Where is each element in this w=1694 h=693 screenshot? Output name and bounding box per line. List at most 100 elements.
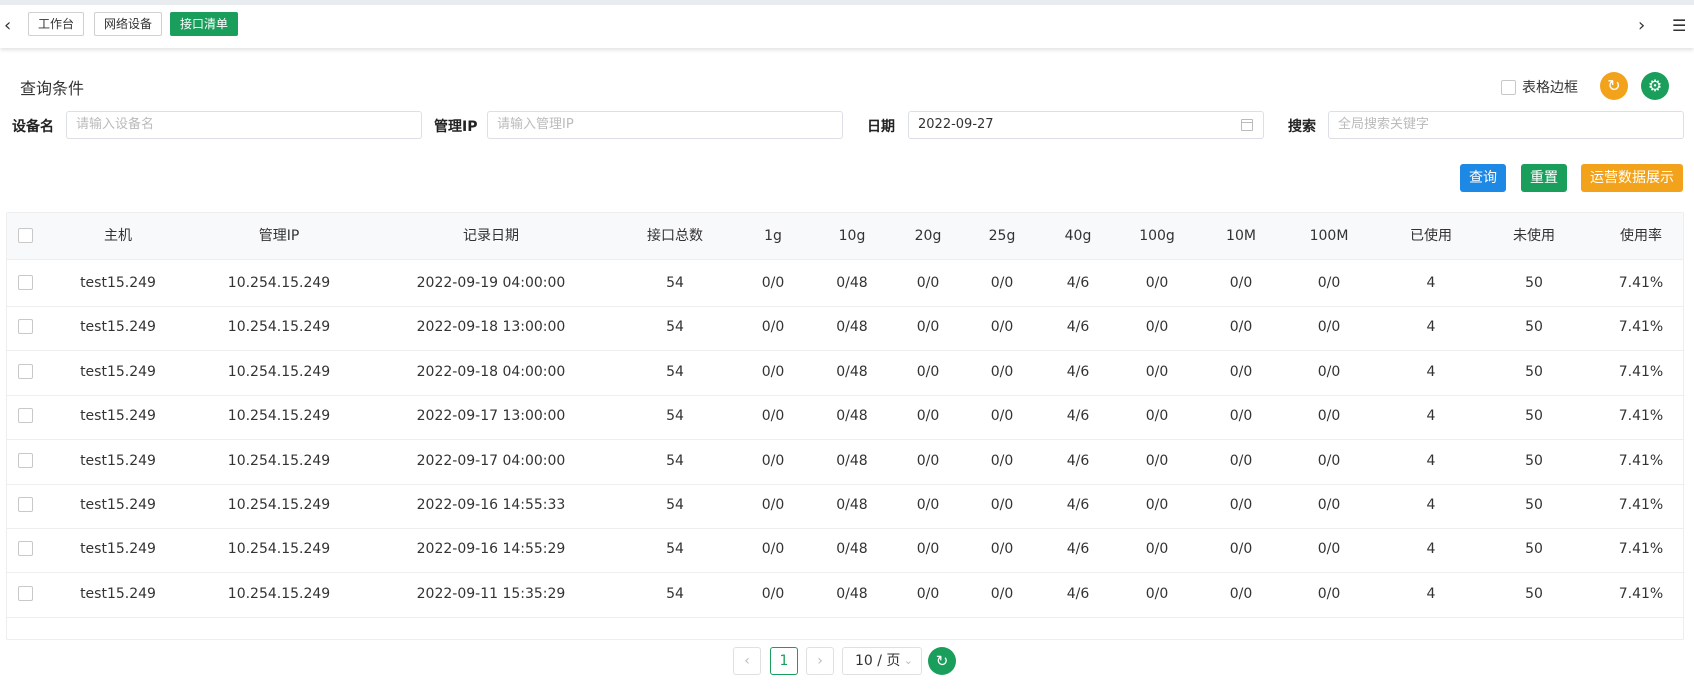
table-cell: 10.254.15.249 <box>227 497 331 513</box>
menu-icon[interactable]: ☰ <box>1672 16 1686 35</box>
table-cell: 10.254.15.249 <box>227 275 331 291</box>
table-cell: test15.249 <box>80 408 156 425</box>
row-checkbox[interactable] <box>17 363 33 379</box>
chevron-down-icon: ⌄ <box>903 654 913 667</box>
table-cell: 7.41% <box>1618 408 1664 425</box>
management-ip-input[interactable]: 请输入管理IP <box>487 111 843 139</box>
table-cell: 10.254.15.249 <box>227 585 331 602</box>
management-ip-placeholder: 请输入管理IP <box>497 117 574 132</box>
table-cell: 7.41% <box>1618 275 1664 291</box>
table-row: test15.249 10.254.15.249 2022-09-16 14:55:… <box>7 482 1683 529</box>
table-cell: 2022-09-11 15:35:29 <box>416 585 566 602</box>
table-cell: 2022-09-18 13:00:00 <box>416 319 566 336</box>
date-label: 日期 <box>867 119 895 135</box>
row-select-cell <box>13 438 37 485</box>
table-cell: test15.249 <box>80 319 156 336</box>
row-select-cell <box>13 349 37 396</box>
table-border-checkbox[interactable] <box>1501 80 1516 95</box>
table-row: test15.249 10.254.15.249 2022-09-17 04:00:… <box>7 438 1683 485</box>
interface-table: 主机 管理IP 记录日期 接口总数 1g 10g 20g 25g 40g 100g 10M 100M 已… <box>6 212 1684 640</box>
table-cell: test15.249 <box>80 363 156 380</box>
global-search-placeholder: 全局搜索关键字 <box>1338 117 1430 132</box>
table-cell: 2022-09-17 04:00:00 <box>416 452 566 469</box>
table-border-label: 表格边框 <box>1522 80 1578 96</box>
table-cell: test15.249 <box>80 452 156 469</box>
prev-page-button[interactable]: ‹ <box>733 647 761 675</box>
table-border-toggle[interactable]: 表格边框 <box>1501 77 1578 97</box>
table-cell: 7.41% <box>1618 585 1664 602</box>
row-checkbox[interactable] <box>17 275 33 290</box>
table-row: test15.249 10.254.15.249 2022-09-16 14:55:… <box>7 526 1683 574</box>
device-name-input[interactable]: 请输入设备名 <box>66 111 422 139</box>
table-cell: 7.41% <box>1618 497 1664 513</box>
table-row: test15.249 10.254.15.249 2022-09-18 13:00:… <box>7 304 1683 352</box>
row-checkbox[interactable] <box>17 319 33 335</box>
page-size-value: 10 / 页 <box>855 653 901 669</box>
table-cell: 2022-09-17 13:00:00 <box>416 408 566 425</box>
ops-data-button[interactable]: 运营数据展示 <box>1581 164 1683 192</box>
table-row: test15.249 10.254.15.249 2022-09-17 13:00:… <box>7 393 1683 441</box>
table-header-cell: 管理IP <box>258 228 300 244</box>
table-cell: 10.254.15.249 <box>227 452 331 469</box>
table-header-cell: 主机 <box>104 228 132 244</box>
table-cell: 7.41% <box>1618 363 1664 380</box>
table-cell: 2022-09-18 04:00:00 <box>416 363 566 380</box>
page-size-select[interactable]: 10 / 页 ⌄ <box>842 647 922 675</box>
select-all-checkbox[interactable] <box>17 228 33 243</box>
row-select-cell <box>13 482 37 529</box>
settings-button[interactable]: ⚙ <box>1641 72 1669 100</box>
table-cell: test15.249 <box>80 541 156 558</box>
row-select-cell <box>13 393 37 440</box>
table-cell: test15.249 <box>80 497 156 513</box>
chevron-left-icon[interactable]: ‹ <box>4 15 11 36</box>
date-input[interactable]: 2022-09-27 <box>908 111 1264 139</box>
refresh-icon: ↻ <box>935 652 949 670</box>
row-select-cell <box>13 526 37 573</box>
table-cell: 10.254.15.249 <box>227 408 331 425</box>
table-cell: 10.254.15.249 <box>227 541 331 558</box>
row-select-cell <box>13 571 37 618</box>
table-refresh-button[interactable]: ↻ <box>928 647 956 675</box>
tab-workbench[interactable]: 工作台 <box>28 12 85 36</box>
select-all-cell <box>13 213 37 260</box>
tab-network-devices[interactable]: 网络设备 <box>94 12 163 36</box>
global-search-input[interactable]: 全局搜索关键字 <box>1328 111 1684 139</box>
row-checkbox[interactable] <box>17 585 33 601</box>
query-button[interactable]: 查询 <box>1460 164 1506 192</box>
table-header-cell: 记录日期 <box>463 228 519 244</box>
table-cell: 2022-09-16 14:55:29 <box>416 541 566 558</box>
query-section-title: 查询条件 <box>20 79 85 98</box>
table-cell: 2022-09-19 04:00:00 <box>416 275 566 291</box>
row-checkbox[interactable] <box>17 452 33 468</box>
row-select-cell <box>13 260 37 307</box>
calendar-icon[interactable] <box>1241 119 1253 131</box>
row-checkbox[interactable] <box>17 408 33 424</box>
table-cell: 10.254.15.249 <box>227 363 331 380</box>
search-label: 搜索 <box>1288 119 1316 135</box>
tab-bar: ‹ 工作台 网络设备 接口清单 › ☰ <box>0 0 1694 48</box>
next-page-button[interactable]: › <box>806 647 834 675</box>
gear-icon: ⚙ <box>1647 76 1663 95</box>
table-row: test15.249 10.254.15.249 2022-09-19 04:00:… <box>7 260 1683 307</box>
current-page-button[interactable]: 1 <box>770 647 798 675</box>
device-name-placeholder: 请输入设备名 <box>76 117 155 132</box>
tab-interface-list[interactable]: 接口清单 <box>170 12 239 36</box>
table-cell: 7.41% <box>1618 319 1664 336</box>
date-value: 2022-09-27 <box>918 117 994 132</box>
table-cell: 7.41% <box>1618 452 1664 469</box>
table-cell: test15.249 <box>80 585 156 602</box>
row-checkbox[interactable] <box>17 541 33 557</box>
reset-button[interactable]: 重置 <box>1521 164 1567 192</box>
row-checkbox[interactable] <box>17 497 33 512</box>
table-cell: test15.249 <box>80 275 156 291</box>
table-header-row: 主机 管理IP 记录日期 接口总数 1g 10g 20g 25g 40g 100g 10M 100M 已… <box>7 213 1683 260</box>
table-row: test15.249 10.254.15.249 2022-09-18 04:00:… <box>7 349 1683 396</box>
table-header-cell: 使用率 <box>1620 228 1662 244</box>
refresh-button[interactable]: ↻ <box>1600 72 1628 100</box>
management-ip-label: 管理IP <box>434 119 478 135</box>
table-cell: 7.41% <box>1618 541 1664 558</box>
table-cell: 10.254.15.249 <box>227 319 331 336</box>
refresh-icon: ↻ <box>1607 76 1621 95</box>
table-cell: 2022-09-16 14:55:33 <box>416 497 566 513</box>
chevron-right-icon[interactable]: › <box>1638 15 1645 36</box>
